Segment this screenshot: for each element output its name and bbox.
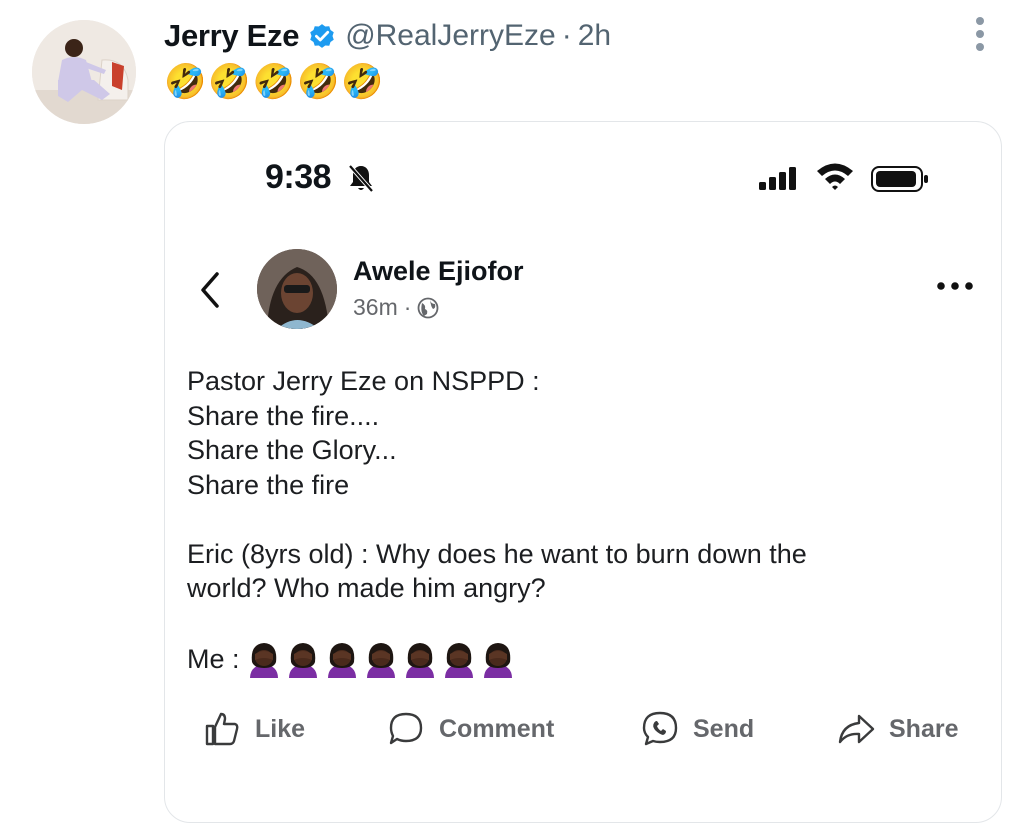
comment-label: Comment xyxy=(439,714,555,743)
post-meta-separator: · xyxy=(403,294,412,320)
facepalm-emoji-icon xyxy=(444,643,473,678)
facepalm-emoji-row xyxy=(246,640,519,678)
verified-badge-icon xyxy=(310,24,334,48)
post-line: world? Who made him angry? xyxy=(187,573,546,603)
post-reaction-line: Me : xyxy=(187,640,977,678)
facepalm-emoji-icon xyxy=(249,643,278,678)
battery-icon xyxy=(871,166,928,192)
facepalm-emoji-icon xyxy=(405,643,434,678)
back-arrow-icon[interactable] xyxy=(195,268,225,312)
post-time[interactable]: 36m xyxy=(353,294,398,321)
thumbs-up-icon xyxy=(205,712,239,746)
me-label: Me : xyxy=(187,643,240,674)
share-arrow-icon xyxy=(838,714,875,744)
post-meta: 36m · xyxy=(353,294,439,321)
post-line: Share the fire xyxy=(187,469,350,500)
facepalm-emoji-icon xyxy=(483,643,512,678)
header-separator: · xyxy=(561,19,572,52)
post-more-options-icon[interactable] xyxy=(935,280,975,292)
tweet-text: 🤣🤣🤣🤣🤣 xyxy=(164,63,386,101)
globe-icon xyxy=(418,297,439,318)
post-line: Share the fire.... xyxy=(187,400,380,431)
author-avatar[interactable] xyxy=(32,20,136,124)
post-author-avatar[interactable] xyxy=(257,249,337,329)
like-label: Like xyxy=(255,714,306,743)
comment-button[interactable]: Comment xyxy=(387,710,554,748)
share-button[interactable]: Share xyxy=(837,710,958,748)
post-text: Pastor Jerry Eze on NSPPD : Share the fi… xyxy=(187,364,977,678)
post-line: Eric (8yrs old) : Why does he want to bu… xyxy=(187,538,807,569)
share-label: Share xyxy=(889,714,959,743)
post-action-bar: Like Comment Send Share xyxy=(165,702,1001,762)
tweet-time[interactable]: 2h xyxy=(578,19,611,53)
author-handle[interactable]: @RealJerryEze xyxy=(345,19,556,53)
status-bar-time: 9:38 xyxy=(265,158,332,196)
attached-screenshot[interactable]: 9:38 Awele Ejiofor 36m · Pastor Jerry Ez… xyxy=(164,121,1002,823)
facepalm-emoji-icon xyxy=(366,643,395,678)
bell-slash-icon xyxy=(348,164,374,193)
more-options-icon[interactable] xyxy=(968,14,992,54)
post-author-name[interactable]: Awele Ejiofor xyxy=(353,256,524,287)
wifi-icon xyxy=(817,163,853,190)
messenger-icon xyxy=(642,711,678,746)
comment-bubble-icon xyxy=(389,712,423,745)
facepalm-emoji-icon xyxy=(288,643,317,678)
like-button[interactable]: Like xyxy=(203,710,305,748)
post-line: Share the Glory... xyxy=(187,435,397,465)
signal-icon xyxy=(759,167,796,190)
tweet: Jerry Eze @RealJerryEze · 2h 🤣🤣🤣🤣🤣 9:38 xyxy=(0,0,1024,823)
author-name[interactable]: Jerry Eze xyxy=(164,18,299,54)
tweet-header: Jerry Eze @RealJerryEze · 2h xyxy=(164,14,611,58)
post-line: Pastor Jerry Eze on NSPPD : xyxy=(187,366,540,396)
send-button[interactable]: Send xyxy=(641,710,754,748)
send-label: Send xyxy=(693,714,755,743)
facepalm-emoji-icon xyxy=(327,643,356,678)
